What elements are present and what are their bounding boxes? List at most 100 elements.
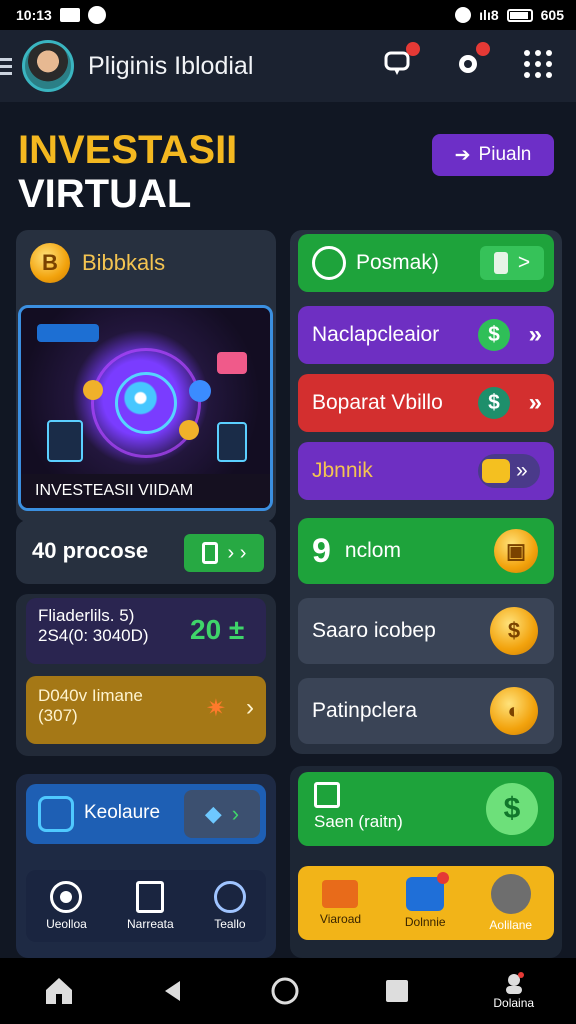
dollar-icon: $ bbox=[478, 319, 510, 351]
action-button-1[interactable]: Posmak) > bbox=[298, 234, 554, 292]
settings-icon[interactable] bbox=[450, 42, 490, 82]
gold-item-label: Aolilane bbox=[489, 918, 533, 932]
avatar[interactable] bbox=[22, 40, 74, 92]
wallet-icon bbox=[201, 542, 218, 564]
record-icon bbox=[50, 881, 83, 913]
menu-icon[interactable] bbox=[0, 57, 14, 75]
icons-row: Ueolloa Narreata Teallo bbox=[26, 870, 266, 942]
person-icon bbox=[505, 972, 524, 994]
back-icon bbox=[164, 981, 180, 1001]
chevron-right-icon: › bbox=[246, 694, 254, 721]
gold-item[interactable]: Dolnnie bbox=[404, 872, 450, 929]
tablet-icon bbox=[47, 420, 83, 462]
status-bar: 10:13 ılı8 605 bbox=[0, 0, 576, 30]
battery-icon bbox=[506, 8, 533, 22]
action-label: Jbnnik bbox=[312, 459, 373, 482]
coin-icon: B bbox=[30, 243, 70, 283]
nav-label: Dolaina bbox=[493, 996, 535, 1010]
coin-icon: ▣ bbox=[494, 529, 538, 573]
icon-label: Ueolloa bbox=[46, 917, 87, 931]
hero-line-1: INVESTASII bbox=[18, 128, 238, 172]
lock-icon bbox=[490, 874, 531, 914]
coin-chip-icon bbox=[189, 380, 211, 402]
notification-icon bbox=[59, 8, 80, 22]
wallet-arrow-icon: > bbox=[480, 246, 544, 280]
coin-icon: ◐ bbox=[490, 687, 538, 735]
icon-item[interactable]: Teallo bbox=[213, 881, 246, 931]
target-icon bbox=[312, 246, 346, 280]
app-header: Pliginis Iblodial bbox=[0, 30, 576, 102]
diamond-icon: ◆ bbox=[204, 801, 222, 826]
ticket-icon bbox=[322, 880, 359, 908]
outer-ring bbox=[91, 348, 201, 458]
blue-card-label: Keolaure bbox=[84, 802, 161, 823]
wallet-icon bbox=[406, 872, 450, 911]
camera-icon bbox=[38, 796, 74, 832]
action-button-4[interactable]: Jbnnik » bbox=[298, 442, 554, 500]
apps-grid-icon[interactable] bbox=[520, 46, 556, 82]
building-icon bbox=[136, 881, 165, 913]
action-label: Posmak) bbox=[356, 251, 439, 274]
battery-level: 605 bbox=[540, 7, 564, 23]
action-button-6[interactable]: Saaro icobep $ bbox=[298, 598, 554, 664]
chevrons-icon: › › bbox=[227, 541, 247, 564]
stat-value: 20 ± bbox=[190, 614, 245, 645]
hero-title: INVESTASII VIRTUAL bbox=[18, 128, 237, 216]
hero-button[interactable]: ➔ Piualn bbox=[432, 134, 554, 176]
back-button[interactable] bbox=[160, 978, 186, 1004]
app-status-icon bbox=[87, 6, 106, 24]
arrow-right-icon: ➔ bbox=[454, 144, 471, 166]
dollar-icon: $ bbox=[486, 783, 538, 835]
sparkle-icon: ✷ bbox=[205, 695, 226, 722]
action-label: nclom bbox=[344, 539, 401, 562]
overview-button[interactable] bbox=[384, 978, 410, 1004]
green-card-label: Saen (raitn) bbox=[314, 812, 403, 831]
icon-item[interactable]: Ueolloa bbox=[46, 881, 87, 931]
progress-next-button[interactable]: › › bbox=[184, 534, 264, 572]
gold-card[interactable]: D040v Iimane (307) ✷ › bbox=[26, 676, 266, 744]
settings-badge bbox=[476, 42, 490, 56]
coin-chip-icon bbox=[179, 420, 199, 440]
action-button-2[interactable]: Naclapcleaior $ » bbox=[298, 306, 554, 364]
gold-item[interactable]: Aolilane bbox=[489, 874, 532, 932]
chat-icon[interactable] bbox=[380, 42, 420, 82]
icon-label: Teallo bbox=[214, 917, 246, 931]
illustration-badge bbox=[37, 324, 99, 342]
app-title: Pliginis Iblodial bbox=[88, 51, 254, 80]
phone-icon bbox=[217, 422, 247, 462]
recents-circle-button[interactable] bbox=[270, 976, 300, 1006]
gold-item-label: Dolnnie bbox=[404, 915, 446, 929]
coin-header: B Bibbkals bbox=[30, 243, 165, 283]
hero-line-2: VIRTUAL bbox=[18, 172, 192, 216]
home-icon bbox=[45, 978, 72, 1004]
gold-item[interactable]: Viaroad bbox=[320, 880, 361, 926]
double-chevron-icon: » bbox=[528, 389, 542, 416]
action-button-3[interactable]: Boparat Vbillo $ » bbox=[298, 374, 554, 432]
blue-card[interactable]: Keolaure ◆ › bbox=[26, 784, 266, 844]
gold-row: Viaroad Dolnnie Aolilane bbox=[298, 866, 554, 940]
toggle-arrow-icon: » bbox=[478, 454, 540, 488]
action-button-5[interactable]: 9 nclom ▣ bbox=[298, 518, 554, 584]
investment-illustration[interactable]: INVESTEASII VIIDAM bbox=[18, 305, 273, 511]
illustration-caption: INVESTEASII VIIDAM bbox=[21, 474, 270, 508]
icon-label: Narreata bbox=[127, 917, 174, 931]
bottom-navbar: Dolaina bbox=[0, 958, 576, 1024]
double-chevron-icon: » bbox=[528, 321, 542, 348]
action-button-7[interactable]: Patinpclera ◐ bbox=[298, 678, 554, 744]
notification-badge bbox=[406, 42, 420, 56]
status-time: 10:13 bbox=[16, 7, 52, 23]
circle-icon bbox=[271, 977, 299, 1005]
alarm-icon bbox=[455, 7, 472, 23]
green-card[interactable]: Saen (raitn) $ bbox=[298, 772, 554, 846]
blue-card-action[interactable]: ◆ › bbox=[184, 790, 260, 838]
coin-label: Bibbkals bbox=[82, 250, 166, 275]
home-button[interactable] bbox=[42, 974, 76, 1008]
hero-button-label: Piualn bbox=[478, 144, 532, 165]
receipt-icon bbox=[314, 782, 340, 808]
profile-button[interactable]: Dolaina bbox=[493, 972, 534, 1010]
gold-item-label: Viaroad bbox=[319, 912, 362, 926]
signal-icon: ılı8 bbox=[479, 7, 499, 23]
icon-item[interactable]: Narreata bbox=[127, 881, 174, 931]
action-label: Boparat Vbillo bbox=[312, 391, 443, 414]
gear-icon bbox=[213, 881, 246, 913]
